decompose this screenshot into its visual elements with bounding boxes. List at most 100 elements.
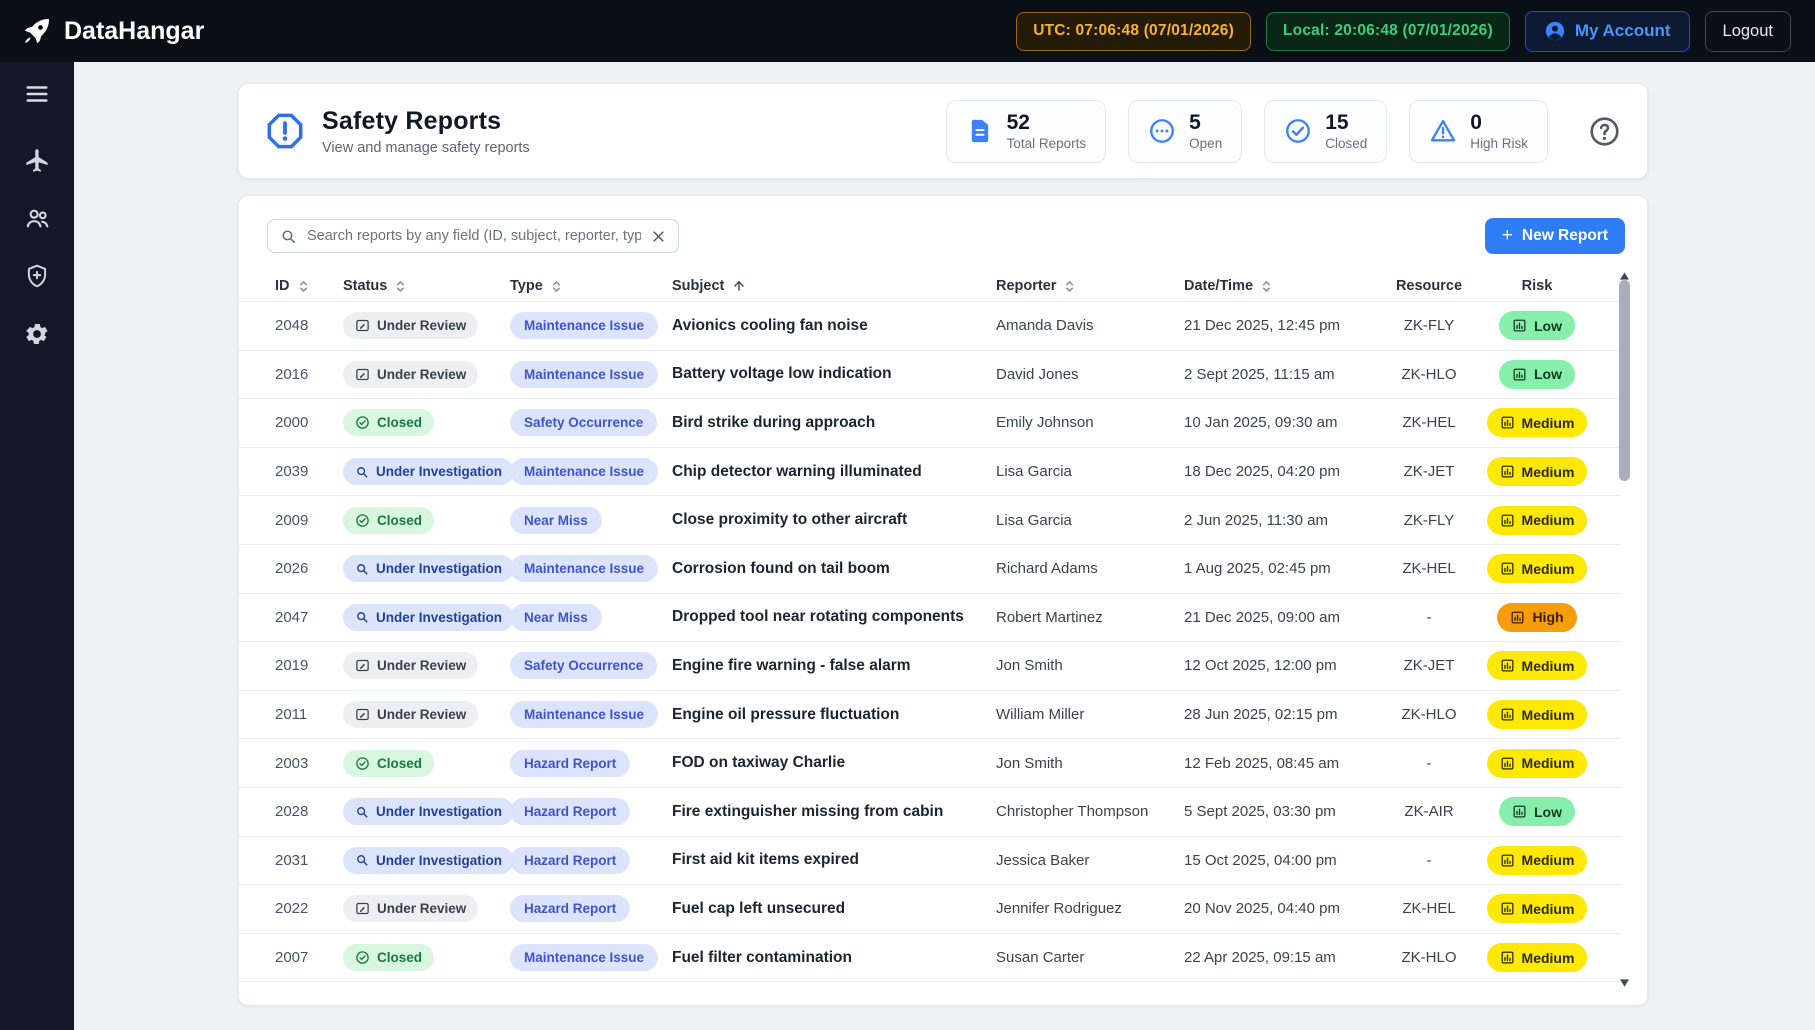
sidebar-item-safety[interactable] [15, 254, 59, 298]
search-input[interactable] [307, 228, 641, 244]
status-badge: Under Investigation [343, 798, 514, 825]
cell-status: Closed [343, 409, 510, 436]
aircraft-icon [24, 147, 51, 174]
cell-risk: Low [1479, 360, 1595, 389]
cell-subject: Bird strike during approach [672, 414, 996, 432]
cell-status: Under Review [343, 361, 510, 388]
table-row[interactable]: 2026 Under Investigation Maintenance Iss… [239, 545, 1621, 594]
cell-datetime: 18 Dec 2025, 04:20 pm [1184, 463, 1379, 480]
risk-badge: Medium [1487, 894, 1588, 923]
column-header-datetime[interactable]: Date/Time [1184, 278, 1379, 294]
my-account-label: My Account [1575, 21, 1671, 41]
cell-type: Hazard Report [510, 798, 672, 825]
sidebar-item-users[interactable] [15, 196, 59, 240]
new-report-button[interactable]: + New Report [1485, 218, 1625, 254]
table-row[interactable]: 2031 Under Investigation Hazard Report F… [239, 837, 1621, 886]
status-icon [355, 853, 369, 867]
cell-risk: Medium [1479, 749, 1595, 778]
cell-reporter: Jon Smith [996, 657, 1184, 674]
cell-resource: ZK-JET [1379, 657, 1479, 674]
cell-status: Closed [343, 750, 510, 777]
sidebar-item-aircraft[interactable] [15, 138, 59, 182]
logout-button[interactable]: Logout [1705, 11, 1791, 52]
status-badge: Under Review [343, 652, 478, 679]
cell-type: Maintenance Issue [510, 458, 672, 485]
column-header-reporter[interactable]: Reporter [996, 278, 1184, 294]
status-badge: Closed [343, 944, 434, 971]
cell-type: Hazard Report [510, 847, 672, 874]
cell-risk: Medium [1479, 846, 1595, 875]
cell-risk: Medium [1479, 408, 1595, 437]
sidebar-item-menu[interactable] [15, 72, 59, 116]
status-badge: Under Review [343, 312, 478, 339]
cell-id: 2011 [275, 706, 343, 723]
cell-datetime: 2 Sept 2025, 11:15 am [1184, 366, 1379, 383]
column-header-subject[interactable]: Subject [672, 278, 996, 294]
ellipsis-circle-icon [1148, 117, 1176, 145]
column-header-id[interactable]: ID [275, 278, 343, 294]
risk-chart-icon [1500, 707, 1515, 722]
stat-value: 15 [1325, 111, 1367, 134]
cell-resource: - [1379, 852, 1479, 869]
table-row[interactable]: 2048 Under Review Maintenance Issue Avio… [239, 302, 1621, 351]
my-account-button[interactable]: My Account [1525, 11, 1690, 52]
cell-resource: ZK-JET [1379, 463, 1479, 480]
scroll-down-arrow[interactable] [1618, 977, 1631, 989]
local-time-badge: Local: 20:06:48 (07/01/2026) [1266, 12, 1510, 51]
table-row[interactable]: 2011 Under Review Maintenance Issue Engi… [239, 691, 1621, 740]
table-row[interactable]: 2039 Under Investigation Maintenance Iss… [239, 448, 1621, 497]
users-icon [24, 205, 51, 232]
status-icon [355, 901, 370, 916]
cell-risk: Medium [1479, 651, 1595, 680]
column-header-status[interactable]: Status [343, 278, 510, 294]
type-badge: Maintenance Issue [510, 701, 658, 728]
clear-search-button[interactable] [651, 229, 666, 244]
cell-datetime: 1 Aug 2025, 02:45 pm [1184, 560, 1379, 577]
table-row[interactable]: 2007 Closed Maintenance Issue Fuel filte… [239, 934, 1621, 983]
cell-status: Under Investigation [343, 847, 510, 874]
logout-label: Logout [1723, 22, 1773, 41]
shield-plus-icon [24, 263, 50, 289]
cell-id: 2000 [275, 414, 343, 431]
column-header-resource: Resource [1379, 278, 1479, 294]
cell-datetime: 20 Nov 2025, 04:40 pm [1184, 900, 1379, 917]
page-subtitle: View and manage safety reports [322, 140, 530, 156]
table-row[interactable]: 2022 Under Review Hazard Report Fuel cap… [239, 885, 1621, 934]
cell-datetime: 10 Jan 2025, 09:30 am [1184, 414, 1379, 431]
table-row[interactable]: 2047 Under Investigation Near Miss Dropp… [239, 594, 1621, 643]
app-logo[interactable]: DataHangar [22, 16, 204, 46]
type-badge: Maintenance Issue [510, 944, 658, 971]
cell-risk: Medium [1479, 506, 1595, 535]
table-row[interactable]: 2003 Closed Hazard Report FOD on taxiway… [239, 739, 1621, 788]
table-row[interactable]: 2028 Under Investigation Hazard Report F… [239, 788, 1621, 837]
risk-badge: Low [1499, 311, 1575, 340]
risk-chart-icon [1500, 561, 1515, 576]
sidebar [0, 62, 74, 1030]
cell-resource: ZK-AIR [1379, 803, 1479, 820]
table-row[interactable]: 2009 Closed Near Miss Close proximity to… [239, 496, 1621, 545]
stat-value: 52 [1007, 111, 1087, 134]
column-header-type[interactable]: Type [510, 278, 672, 294]
table-header: ID Status Type Subject Reporter Date/Tim… [239, 271, 1621, 301]
cell-subject: Engine fire warning - false alarm [672, 657, 996, 675]
stat-label: High Risk [1470, 136, 1528, 151]
cell-subject: Close proximity to other aircraft [672, 511, 996, 529]
cell-id: 2019 [275, 657, 343, 674]
type-badge: Safety Occurrence [510, 652, 657, 679]
cell-reporter: Jon Smith [996, 755, 1184, 772]
stat-total-reports: 52 Total Reports [946, 100, 1107, 163]
status-badge: Under Investigation [343, 555, 514, 582]
scrollbar-thumb[interactable] [1619, 280, 1630, 481]
stat-high-risk: 0 High Risk [1409, 100, 1548, 163]
cell-reporter: Robert Martinez [996, 609, 1184, 626]
check-circle-icon [1284, 117, 1312, 145]
table-row[interactable]: 2019 Under Review Safety Occurrence Engi… [239, 642, 1621, 691]
risk-badge: Medium [1487, 846, 1588, 875]
table-row[interactable]: 2000 Closed Safety Occurrence Bird strik… [239, 399, 1621, 448]
table-row[interactable]: 2016 Under Review Maintenance Issue Batt… [239, 351, 1621, 400]
cell-type: Hazard Report [510, 750, 672, 777]
cell-resource: ZK-HEL [1379, 414, 1479, 431]
sidebar-item-settings[interactable] [15, 312, 59, 356]
help-button[interactable] [1588, 115, 1621, 148]
risk-chart-icon [1500, 950, 1515, 965]
